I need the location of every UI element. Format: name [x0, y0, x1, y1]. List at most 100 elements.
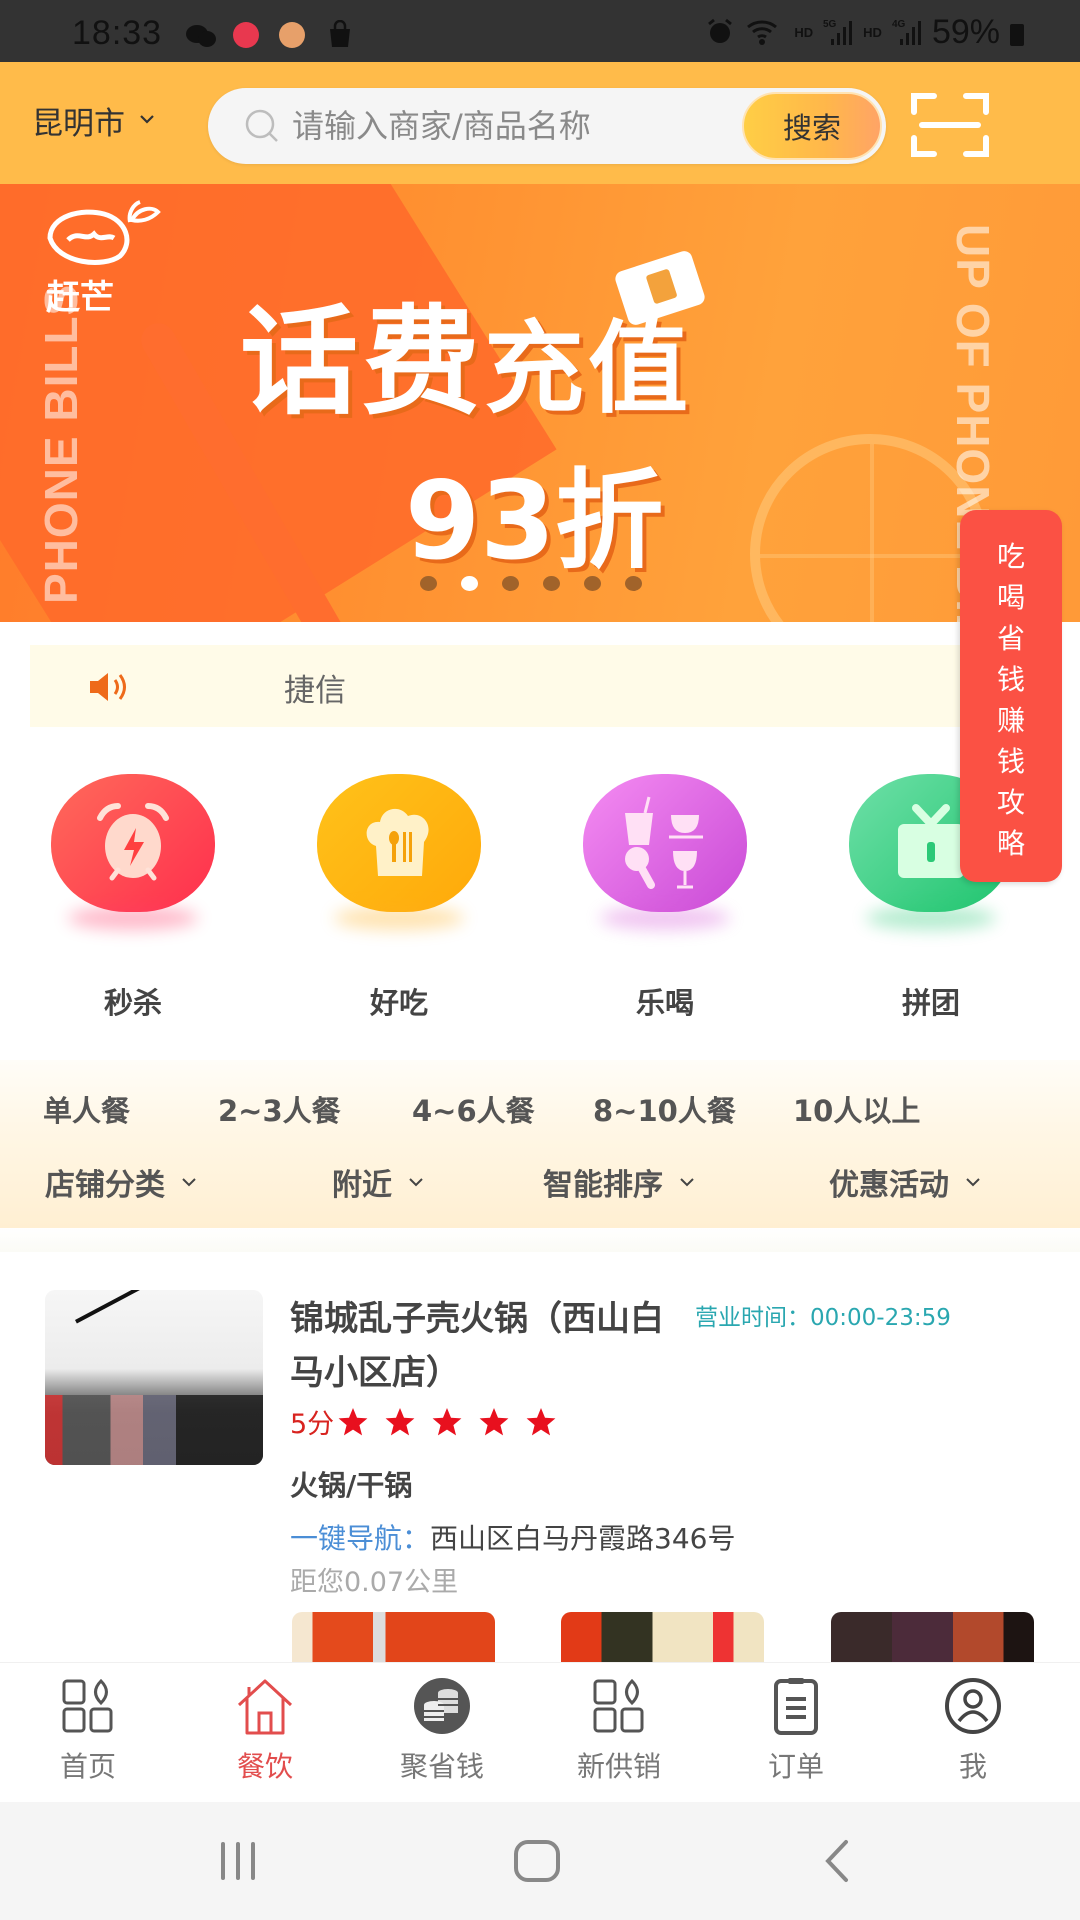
- star-icon: [385, 1407, 415, 1435]
- tab-save-money[interactable]: 聚省钱: [382, 1677, 502, 1785]
- side-tab-char: 钱: [996, 745, 1025, 778]
- money-saving-guide-tab[interactable]: 吃喝省钱赚钱攻略: [960, 510, 1062, 882]
- chip-8-10[interactable]: 8~10人餐: [593, 1088, 736, 1130]
- tab-home[interactable]: 首页: [28, 1677, 148, 1785]
- category-shadow: [600, 906, 730, 930]
- grid-icon: [62, 1678, 113, 1733]
- tab-label: 首页: [59, 1750, 116, 1783]
- chef-hat-icon: [366, 808, 429, 876]
- back-button[interactable]: [818, 1838, 858, 1884]
- grid-icon: [593, 1678, 644, 1733]
- dropdown-promotions[interactable]: 优惠活动: [829, 1160, 981, 1204]
- wechat-icon: [186, 25, 216, 47]
- wifi-icon: [747, 20, 778, 45]
- search-bar: 搜索: [208, 88, 886, 164]
- tab-dining[interactable]: 餐饮: [205, 1677, 325, 1785]
- banner-title: 话费充值: [240, 266, 692, 437]
- chip-single[interactable]: 单人餐: [43, 1088, 130, 1130]
- category-icon-bg: [583, 774, 747, 912]
- store-rating: 5分: [290, 1402, 558, 1441]
- recent-apps-button[interactable]: [215, 1838, 261, 1884]
- category-icon-bg: [317, 774, 481, 912]
- category-drinks[interactable]: 乐喝: [565, 770, 765, 1022]
- alarm-icon: [708, 18, 733, 43]
- side-tab-char: 赚: [996, 704, 1025, 737]
- hours-value: 00:00-23:59: [810, 1305, 951, 1331]
- category-tasty[interactable]: 好吃: [299, 770, 499, 1022]
- app-icon-food: [279, 22, 305, 48]
- city-selector[interactable]: 昆明市: [32, 98, 155, 143]
- tab-label: 新供销: [576, 1750, 661, 1783]
- carousel-dot[interactable]: [502, 576, 519, 591]
- svg-text:4G: 4G: [892, 19, 906, 30]
- home-button[interactable]: [512, 1838, 562, 1884]
- chevron-down-icon: [182, 1178, 196, 1187]
- carousel-dot[interactable]: [584, 576, 601, 591]
- side-tab-char: 吃: [996, 540, 1025, 573]
- carousel-dot[interactable]: [420, 576, 437, 591]
- party-size-chips: 单人餐 2~3人餐 4~6人餐 8~10人餐 10人以上: [0, 1088, 1080, 1138]
- banner-title-b: 充值: [484, 310, 693, 427]
- side-tab-char: 钱: [996, 663, 1025, 696]
- chip-2-3[interactable]: 2~3人餐: [218, 1088, 341, 1130]
- tab-orders[interactable]: 订单: [736, 1677, 856, 1785]
- notice-bar[interactable]: 捷信: [30, 645, 990, 727]
- banner-side-text-left: PHONE BILLS: [35, 283, 87, 604]
- category-shadow: [334, 906, 464, 930]
- carousel-dot[interactable]: [543, 576, 560, 591]
- store-photo[interactable]: [45, 1290, 263, 1465]
- one-click-navigation-link[interactable]: 一键导航：: [290, 1522, 430, 1555]
- store-card[interactable]: 锦城乱子壳火锅（西山白马小区店） 营业时间：00:00-23:59 5分 火锅/…: [0, 1252, 1080, 1662]
- promo-banner[interactable]: 赶芒 话费充值 93折 PHONE BILLS UP OF PHONE BILL…: [0, 184, 1080, 622]
- dish-thumbnail[interactable]: [561, 1612, 764, 1662]
- status-bar: 18:33 HD 5G HD 4G 59%: [0, 0, 1080, 62]
- filter-panel: 单人餐 2~3人餐 4~6人餐 8~10人餐 10人以上 店铺分类 附近 智能排…: [0, 1060, 1080, 1228]
- dropdown-nearby[interactable]: 附近: [332, 1160, 424, 1204]
- signal-5g-icon: 5G: [823, 19, 853, 45]
- coins-icon: [414, 1678, 470, 1734]
- category-label: 秒杀: [103, 986, 162, 1020]
- shopping-bag-icon: [330, 20, 350, 47]
- rating-score: 5分: [290, 1409, 335, 1440]
- category-label: 拼团: [901, 986, 960, 1020]
- chip-10-plus[interactable]: 10人以上: [793, 1088, 920, 1130]
- chevron-down-icon: [140, 114, 154, 124]
- system-navigation-bar: [0, 1802, 1080, 1920]
- search-input[interactable]: [292, 107, 712, 145]
- search-icon: [245, 109, 278, 142]
- dish-thumbnails: [0, 1612, 1080, 1662]
- store-name[interactable]: 锦城乱子壳火锅（西山白马小区店）: [290, 1292, 690, 1400]
- dropdown-label: 店铺分类: [45, 1168, 165, 1203]
- category-icon-bg: [51, 774, 215, 912]
- dropdown-smart-sort[interactable]: 智能排序: [543, 1160, 695, 1204]
- tab-new-supply[interactable]: 新供销: [559, 1677, 679, 1785]
- user-icon: [945, 1678, 1001, 1734]
- dish-thumbnail[interactable]: [831, 1612, 1034, 1662]
- star-icon: [432, 1407, 462, 1435]
- side-tab-char: 喝: [996, 581, 1025, 614]
- dropdown-label: 附近: [332, 1168, 392, 1203]
- bottom-tab-bar: 首页 餐饮 聚省钱 新供销 订单 我: [0, 1662, 1080, 1802]
- chip-4-6[interactable]: 4~6人餐: [412, 1088, 535, 1130]
- dropdown-store-category[interactable]: 店铺分类: [45, 1160, 197, 1204]
- hd-label-2: HD: [863, 24, 882, 40]
- filter-dropdowns: 店铺分类 附近 智能排序 优惠活动: [0, 1160, 1080, 1210]
- tab-label: 订单: [767, 1750, 824, 1783]
- app-icon-red: [233, 22, 259, 48]
- scan-icon[interactable]: [910, 92, 990, 158]
- photo-detail: [45, 1395, 263, 1465]
- chevron-down-icon: [966, 1178, 980, 1187]
- star-icon: [479, 1407, 509, 1435]
- chevron-down-icon: [680, 1178, 694, 1187]
- category-seckill[interactable]: 秒杀: [33, 770, 233, 1022]
- carousel-dot[interactable]: [461, 576, 478, 591]
- photo-detail: [75, 1290, 210, 1324]
- tab-label: 餐饮: [236, 1750, 293, 1783]
- carousel-dot[interactable]: [625, 576, 642, 591]
- navigation-row: 一键导航：西山区白马丹霞路346号: [290, 1517, 735, 1557]
- tab-me[interactable]: 我: [913, 1677, 1033, 1785]
- notice-text: 捷信: [284, 673, 346, 709]
- search-button[interactable]: 搜索: [742, 92, 882, 160]
- city-name: 昆明市: [32, 106, 125, 142]
- dish-thumbnail[interactable]: [292, 1612, 495, 1662]
